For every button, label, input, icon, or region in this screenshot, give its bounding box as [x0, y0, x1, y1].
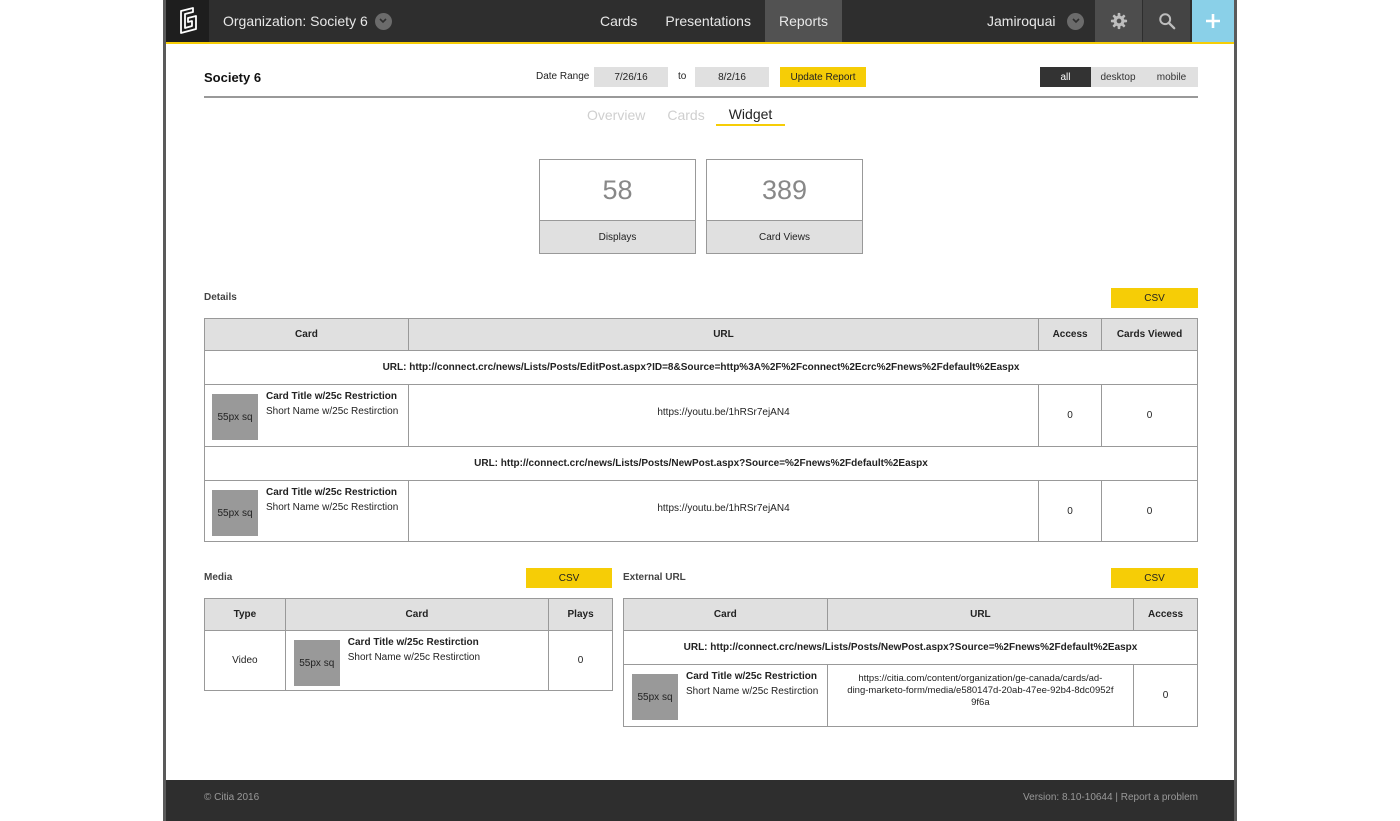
add-button[interactable]: [1192, 0, 1234, 42]
device-desktop[interactable]: desktop: [1091, 67, 1145, 87]
details-table: Card URL Access Cards Viewed URL: http:/…: [204, 318, 1198, 542]
card-short-name: Short Name w/25c Restirction: [347, 652, 481, 663]
date-range-label: Date Range: [536, 71, 590, 82]
settings-button[interactable]: [1095, 0, 1142, 42]
row-viewed: 0: [1101, 480, 1198, 542]
row-access: 0: [1133, 664, 1198, 727]
url-line: https://citia.com/content/organization/g…: [858, 673, 1103, 684]
row-plays: 0: [548, 630, 613, 691]
col-plays[interactable]: Plays: [548, 598, 613, 631]
card-title: Card Title w/25c Restriction: [686, 671, 817, 682]
tab-overview[interactable]: Overview: [576, 104, 656, 126]
card-thumbnail[interactable]: 55px sq: [293, 640, 340, 686]
card-title: Card Title w/25c Restriction: [266, 391, 397, 402]
device-all[interactable]: all: [1040, 67, 1091, 87]
col-card[interactable]: Card: [284, 598, 550, 631]
footer-separator: |: [1115, 792, 1118, 803]
card-title: Card Title w/25c Restirction: [347, 637, 479, 648]
url-group-header: URL: http://connect.crc/news/Lists/Posts…: [623, 630, 1198, 665]
card-short-name: Short Name w/25c Restirction: [686, 686, 819, 697]
col-access[interactable]: Access: [1038, 318, 1103, 351]
user-name: Jamiroquai: [987, 13, 1056, 29]
top-nav: Organization: Society 6 Cards Presentati…: [166, 0, 1234, 44]
nav-presentations[interactable]: Presentations: [651, 0, 765, 42]
plus-icon: [1206, 14, 1220, 28]
update-report-button[interactable]: Update Report: [780, 67, 866, 87]
page-title: Society 6: [204, 70, 262, 85]
nav-reports[interactable]: Reports: [764, 0, 842, 42]
row-url[interactable]: https://citia.com/content/organization/g…: [826, 664, 1135, 727]
media-csv-button[interactable]: CSV: [526, 568, 612, 588]
col-type[interactable]: Type: [204, 598, 286, 631]
row-access: 0: [1038, 480, 1103, 542]
row-url[interactable]: https://youtu.be/1hRSr7ejAN4: [407, 384, 1040, 447]
search-button[interactable]: [1143, 0, 1190, 42]
table-row: 55px sq Card Title w/25c Restriction Sho…: [204, 384, 1198, 447]
stat-label: Displays: [540, 221, 695, 253]
stat-label: Card Views: [707, 221, 862, 253]
chevron-down-icon[interactable]: [1067, 12, 1085, 30]
media-title: Media: [204, 572, 233, 583]
copyright: © Citia 2016: [204, 792, 260, 803]
device-filter: all desktop mobile: [1040, 67, 1198, 87]
row-access: 0: [1038, 384, 1103, 447]
table-row: Video 55px sq Card Title w/25c Restircti…: [204, 630, 613, 691]
citia-logo-icon: [179, 7, 197, 34]
tab-cards[interactable]: Cards: [656, 104, 715, 126]
org-label: Organization: Society 6: [223, 13, 368, 29]
report-tabs: Overview Cards Widget: [576, 104, 786, 128]
media-table: Type Card Plays Video 55px sq Card Title…: [204, 598, 613, 691]
col-card[interactable]: Card: [204, 318, 409, 351]
nav-cards[interactable]: Cards: [586, 0, 651, 42]
version-text: Version: 8.10-10644: [1023, 792, 1113, 803]
card-thumbnail[interactable]: 55px sq: [212, 490, 258, 536]
col-url[interactable]: URL: [407, 318, 1040, 351]
gear-icon: [1110, 12, 1127, 30]
user-menu[interactable]: Jamiroquai: [987, 0, 1085, 42]
col-url[interactable]: URL: [826, 598, 1135, 631]
url-line: 9f6a: [971, 697, 990, 708]
date-to-input[interactable]: 8/2/16: [695, 67, 769, 87]
footer-links: Version: 8.10-10644 | Report a problem: [1023, 792, 1198, 803]
stat-displays: 58 Displays: [539, 159, 696, 254]
search-icon: [1158, 13, 1175, 30]
external-csv-button[interactable]: CSV: [1111, 568, 1198, 588]
main-nav: Cards Presentations Reports: [586, 0, 842, 42]
header-divider: [204, 96, 1198, 98]
url-line: ding-marketo-form/media/e580147d-20ab-47…: [847, 685, 1114, 696]
chevron-down-icon[interactable]: [374, 12, 392, 30]
table-row: 55px sq Card Title w/25c Restriction Sho…: [623, 664, 1198, 727]
app-window: Organization: Society 6 Cards Presentati…: [166, 0, 1234, 821]
card-thumbnail[interactable]: 55px sq: [632, 674, 678, 720]
date-to-label: to: [678, 71, 687, 82]
footer: © Citia 2016 Version: 8.10-10644 | Repor…: [166, 780, 1234, 821]
external-url-title: External URL: [623, 572, 686, 583]
report-problem-link[interactable]: Report a problem: [1121, 792, 1198, 803]
col-card[interactable]: Card: [623, 598, 828, 631]
org-switcher[interactable]: Organization: Society 6: [223, 0, 392, 42]
stat-card-views: 389 Card Views: [706, 159, 863, 254]
url-group-header: URL: http://connect.crc/news/Lists/Posts…: [204, 446, 1198, 481]
external-url-table: Card URL Access URL: http://connect.crc/…: [623, 598, 1198, 727]
details-title: Details: [204, 292, 237, 303]
col-access[interactable]: Access: [1133, 598, 1198, 631]
row-url[interactable]: https://youtu.be/1hRSr7ejAN4: [407, 480, 1040, 542]
card-short-name: Short Name w/25c Restirction: [266, 406, 399, 417]
card-title: Card Title w/25c Restriction: [266, 487, 397, 498]
col-cards-viewed[interactable]: Cards Viewed: [1101, 318, 1198, 351]
stat-value: 58: [540, 160, 695, 221]
tab-widget[interactable]: Widget: [715, 104, 786, 126]
url-group-header: URL: http://connect.crc/news/Lists/Posts…: [204, 350, 1198, 385]
date-from-input[interactable]: 7/26/16: [594, 67, 668, 87]
card-short-name: Short Name w/25c Restirction: [266, 502, 399, 513]
table-row: 55px sq Card Title w/25c Restriction Sho…: [204, 480, 1198, 542]
row-viewed: 0: [1101, 384, 1198, 447]
card-thumbnail[interactable]: 55px sq: [212, 394, 258, 440]
row-type: Video: [204, 630, 286, 691]
citia-logo[interactable]: [166, 0, 209, 42]
device-mobile[interactable]: mobile: [1145, 67, 1198, 87]
stat-value: 389: [707, 160, 862, 221]
details-csv-button[interactable]: CSV: [1111, 288, 1198, 308]
